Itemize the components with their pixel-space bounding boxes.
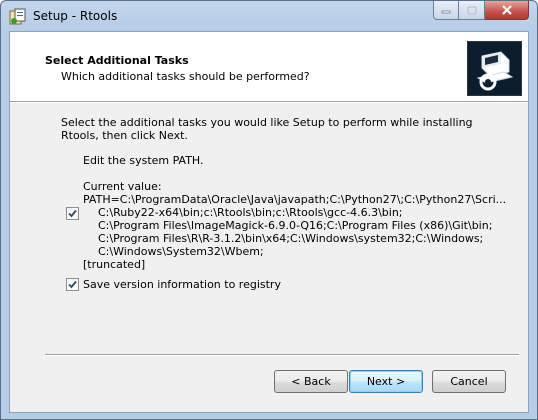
- path-line: Current value:: [83, 180, 162, 193]
- back-button[interactable]: < Back: [274, 370, 348, 393]
- path-line: PATH=C:\ProgramData\Oracle\Java\javapath…: [83, 193, 507, 206]
- checkmark-icon: [68, 209, 77, 218]
- group-label-edit-path: Edit the system PATH.: [83, 154, 204, 167]
- next-button[interactable]: Next >: [349, 370, 423, 393]
- installer-logo: [467, 41, 522, 96]
- dialog-client-area: Select Additional Tasks Which additional…: [9, 31, 529, 413]
- header-divider: [10, 101, 528, 103]
- footer-divider: [45, 354, 519, 356]
- path-line: C:\Ruby22-x64\bin;c:\Rtools\bin;c:\Rtool…: [98, 206, 403, 219]
- maximize-icon: [466, 5, 477, 15]
- edit-path-task-label[interactable]: Current value: PATH=C:\ProgramData\Oracl…: [83, 180, 506, 271]
- window-title: Setup - Rtools: [33, 9, 118, 23]
- path-line: C:\Windows\System32\Wbem;: [98, 245, 264, 258]
- setup-app-icon: [9, 8, 26, 25]
- title-bar[interactable]: Setup - Rtools: [1, 1, 537, 31]
- minimize-icon: [441, 10, 451, 14]
- maximize-button[interactable]: [459, 1, 485, 20]
- minimize-button[interactable]: [433, 1, 459, 20]
- close-icon: [501, 5, 512, 15]
- path-line: C:\Program Files\ImageMagick-6.9.0-Q16;C…: [98, 219, 493, 232]
- save-version-label[interactable]: Save version information to registry: [83, 278, 281, 291]
- intro-text: Select the additional tasks you would li…: [61, 116, 473, 142]
- path-line: C:\Program Files\R\R-3.1.2\bin\x64;C:\Wi…: [98, 232, 484, 245]
- page-subtitle: Which additional tasks should be perform…: [61, 70, 310, 83]
- setup-window: Setup - Rtools Select Additional Tasks W…: [0, 0, 538, 420]
- page-title: Select Additional Tasks: [45, 54, 189, 67]
- caption-buttons: [433, 1, 529, 21]
- save-version-checkbox[interactable]: [66, 278, 79, 291]
- installer-computer-icon: [476, 51, 514, 91]
- cancel-button[interactable]: Cancel: [432, 370, 506, 393]
- header-panel: Select Additional Tasks Which additional…: [10, 32, 528, 101]
- close-button[interactable]: [485, 1, 529, 20]
- path-line: [truncated]: [83, 258, 146, 271]
- checkmark-icon: [68, 280, 77, 289]
- edit-path-checkbox[interactable]: [66, 207, 79, 220]
